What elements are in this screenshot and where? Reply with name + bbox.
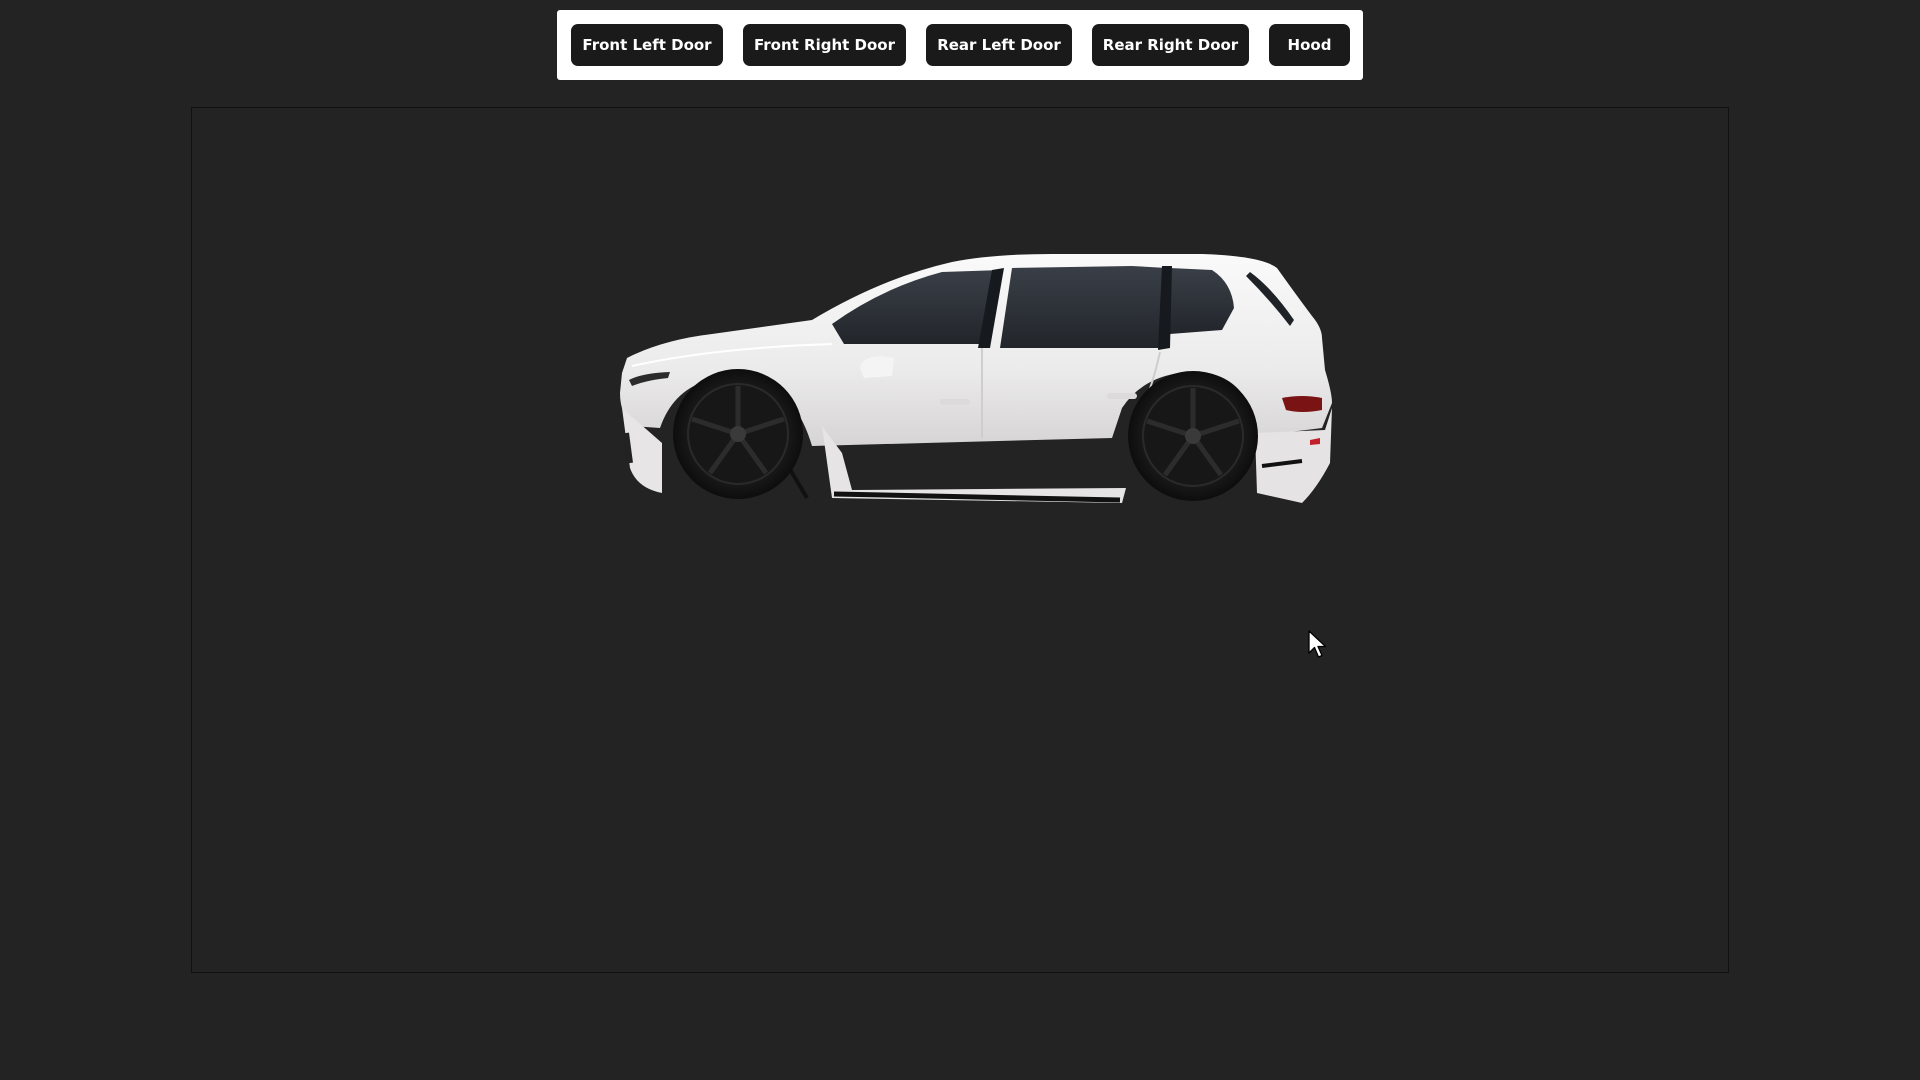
rear-right-door-button[interactable]: Rear Right Door [1092,24,1249,66]
front-door-handle [940,399,970,405]
front-left-door-button[interactable]: Front Left Door [571,24,723,66]
rear-wheel [1128,371,1258,501]
3d-viewer-canvas[interactable] [191,107,1729,973]
rear-left-door-button[interactable]: Rear Left Door [926,24,1072,66]
hood-button[interactable]: Hood [1269,24,1350,66]
rear-door-handle [1107,393,1137,399]
mouse-cursor-icon [1308,630,1327,658]
rear-window [1000,266,1167,348]
front-wheel [673,369,803,499]
car-model[interactable] [192,108,1730,974]
front-right-door-button[interactable]: Front Right Door [743,24,906,66]
tail-light [1282,396,1322,412]
door-control-toolbar: Front Left Door Front Right Door Rear Le… [557,10,1363,80]
